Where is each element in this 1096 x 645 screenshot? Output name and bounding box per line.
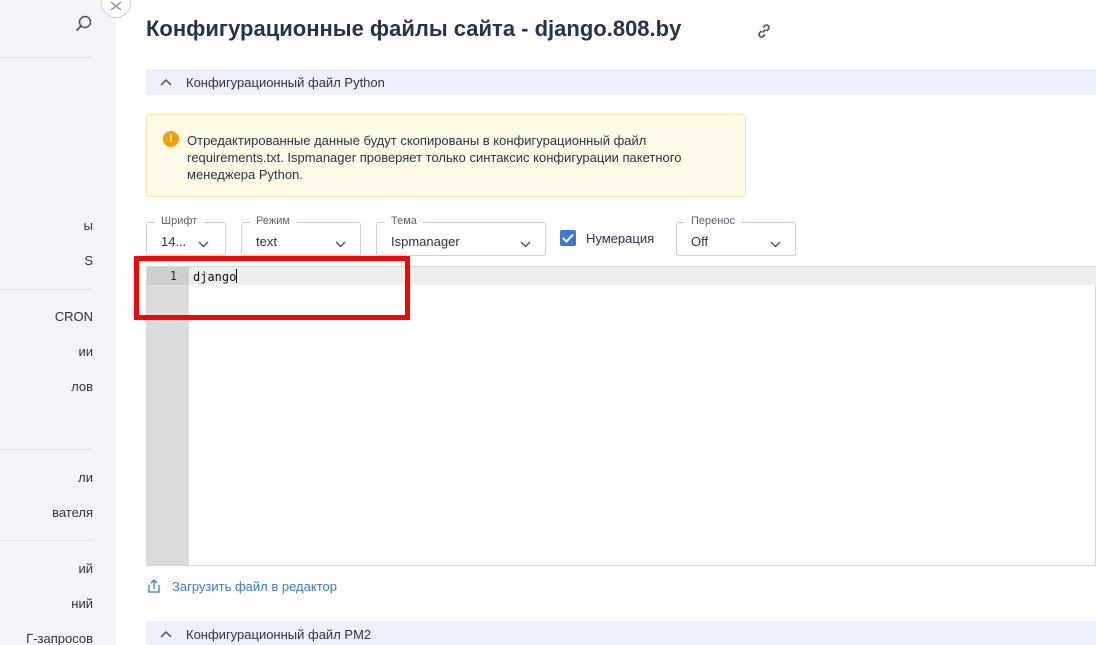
section-pm2-header[interactable]: Конфигурационный файл PM2	[146, 621, 1096, 645]
section-python-header[interactable]: Конфигурационный файл Python	[146, 69, 1096, 95]
link-icon[interactable]	[754, 21, 774, 41]
mode-select[interactable]: Режим text	[241, 215, 361, 256]
text-cursor	[236, 269, 238, 283]
upload-icon	[148, 579, 160, 593]
code-editor[interactable]: 1 django	[146, 266, 1096, 566]
section-python-title: Конфигурационный файл Python	[186, 74, 385, 90]
config-panel: Конфигурационные файлы сайта - django.80…	[101, 0, 1096, 645]
sidebar-divider	[0, 449, 93, 450]
search-icon[interactable]	[74, 14, 93, 34]
panel-gap	[93, 0, 116, 645]
sidebar-item-label: CRON	[54, 309, 93, 324]
sidebar-item[interactable]: ий	[78, 561, 93, 579]
section-pm2-title: Конфигурационный файл PM2	[186, 626, 372, 642]
code-text: django	[193, 270, 237, 284]
sidebar-item[interactable]: ний	[71, 596, 93, 614]
chevron-down-icon	[335, 235, 346, 253]
sidebar-item[interactable]: S	[84, 253, 93, 271]
sidebar-divider	[0, 289, 93, 290]
mode-label: Режим	[250, 215, 296, 227]
code-line[interactable]: django	[193, 269, 238, 284]
mode-value: text	[256, 234, 277, 249]
sidebar-item-label: ий	[78, 561, 93, 576]
numbering-checkbox[interactable]	[560, 230, 576, 246]
chevron-up-icon	[146, 630, 186, 638]
theme-value: Ispmanager	[391, 234, 460, 249]
numbering-label: Нумерация	[586, 230, 655, 246]
theme-label: Тема	[385, 215, 423, 227]
upload-file-link[interactable]: Загрузить файл в редактор	[146, 578, 337, 594]
sidebar-item-label: ний	[71, 596, 93, 611]
notice-text: Отредактированные данные будут скопирова…	[187, 133, 682, 182]
wrap-select[interactable]: Перенос Off	[676, 215, 796, 256]
sidebar-divider	[0, 57, 93, 58]
sidebar-item[interactable]: вателя	[52, 505, 93, 523]
chevron-down-icon	[198, 235, 209, 253]
sidebar-item[interactable]: ы	[84, 218, 93, 236]
theme-select[interactable]: Тема Ispmanager	[376, 215, 546, 256]
chevron-up-icon	[146, 78, 186, 86]
numbering-toggle[interactable]: Нумерация	[560, 230, 654, 246]
sidebar-item-label: Г-запросов	[26, 631, 93, 645]
sidebar-item[interactable]: CRON	[55, 309, 93, 327]
line-gutter	[147, 267, 189, 565]
check-icon	[562, 233, 574, 243]
sidebar: ы S CRON ии лов ли вателя ий ний Г-запросов	[0, 0, 93, 645]
sidebar-item-label: ы	[83, 218, 93, 233]
font-size-select[interactable]: Шрифт 14...	[146, 215, 226, 256]
close-icon	[110, 1, 122, 10]
chevron-down-icon	[520, 235, 531, 253]
warning-icon: !	[163, 131, 179, 147]
sidebar-divider	[0, 540, 93, 541]
active-line	[147, 267, 1096, 285]
font-size-value: 14...	[161, 234, 187, 249]
wrap-label: Перенос	[685, 215, 741, 227]
sidebar-item-label: ии	[78, 344, 93, 359]
sidebar-item-label: лов	[71, 379, 93, 394]
upload-file-label: Загрузить файл в редактор	[172, 578, 337, 594]
sidebar-item[interactable]: лов	[71, 379, 93, 397]
sidebar-item[interactable]: Г-запросов	[26, 631, 93, 645]
sidebar-item[interactable]: ии	[78, 344, 93, 362]
sidebar-item-label: ли	[78, 470, 93, 485]
wrap-value: Off	[691, 234, 709, 249]
font-size-label: Шрифт	[155, 215, 204, 227]
info-notice: ! Отредактированные данные будут скопиро…	[146, 114, 746, 197]
sidebar-item-label: S	[84, 253, 93, 268]
page-title: Конфигурационные файлы сайта - django.80…	[146, 16, 682, 41]
sidebar-item-label: вателя	[52, 505, 93, 520]
sidebar-item[interactable]: ли	[78, 470, 93, 488]
chevron-down-icon	[770, 235, 781, 253]
line-number: 1	[169, 269, 177, 283]
